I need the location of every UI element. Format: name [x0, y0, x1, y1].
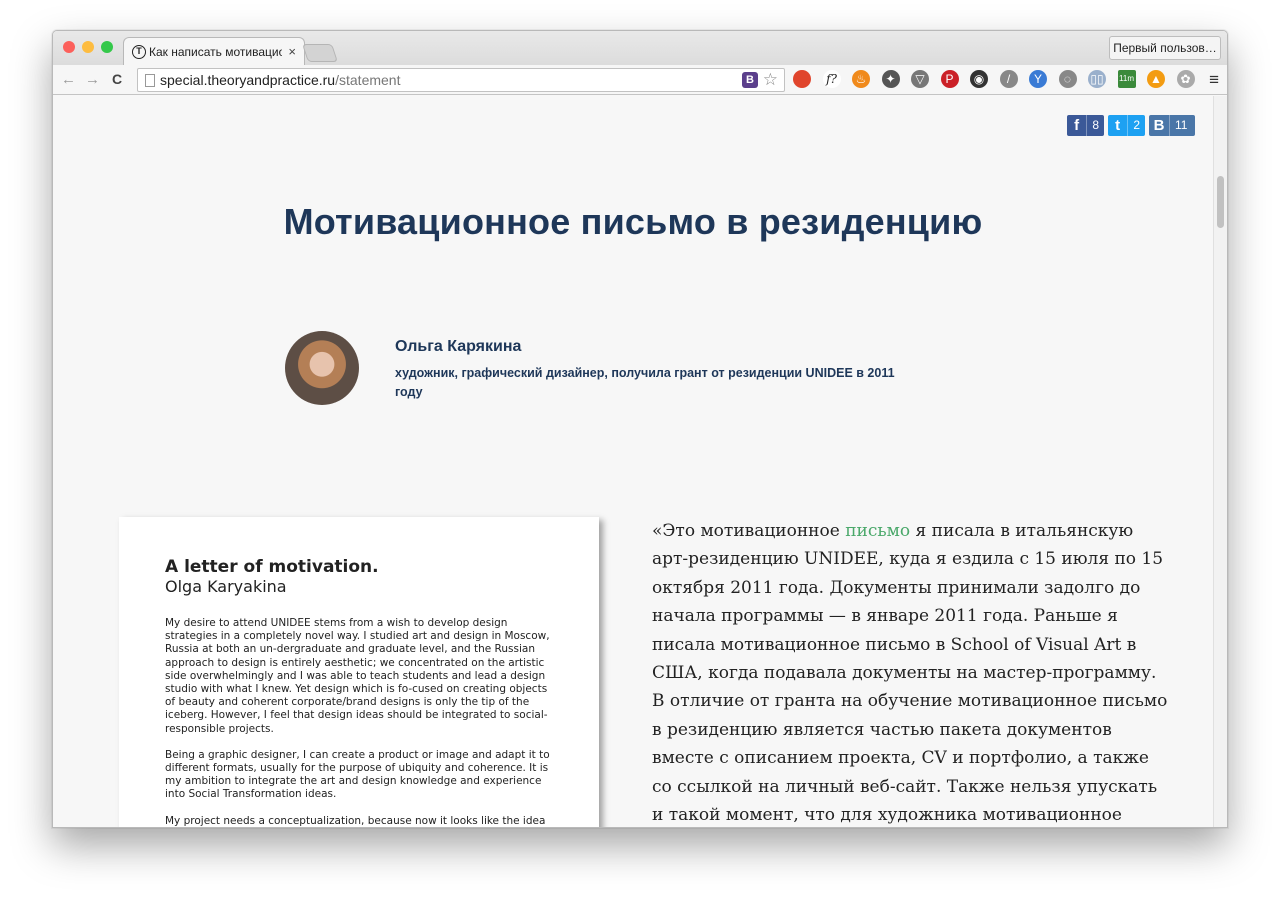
- profile-button[interactable]: Первый пользов…: [1109, 36, 1221, 60]
- facebook-share-count: 8: [1086, 115, 1104, 136]
- pinterest-icon[interactable]: P: [940, 70, 959, 88]
- article-text-start: «Это мотивационное: [652, 521, 846, 541]
- author-avatar: [285, 331, 359, 405]
- twitter-icon: t: [1115, 117, 1121, 134]
- tab-close-icon[interactable]: ×: [288, 44, 296, 59]
- close-window-button[interactable]: [63, 41, 75, 53]
- scrollbar-thumb[interactable]: [1217, 176, 1224, 228]
- pocket-icon[interactable]: ▽: [911, 70, 929, 88]
- paw-icon[interactable]: ✿: [1176, 70, 1195, 88]
- back-icon[interactable]: ←: [61, 71, 76, 88]
- article-text: «Это мотивационное письмо я писала в ита…: [652, 517, 1172, 827]
- article-link[interactable]: письмо: [845, 521, 910, 541]
- chart-icon[interactable]: ▲: [1147, 70, 1165, 88]
- timer-icon[interactable]: 11m: [1117, 70, 1136, 88]
- vk-share-count: 11: [1169, 115, 1192, 136]
- bookmark-star-icon[interactable]: ☆: [763, 69, 778, 91]
- adblock-icon[interactable]: [793, 70, 811, 88]
- site-favicon-icon: T: [132, 44, 146, 59]
- url-host: special.theoryandpractice.ru: [160, 72, 336, 88]
- author-name[interactable]: Ольга Карякина: [395, 338, 521, 356]
- eyedropper-icon[interactable]: /: [999, 70, 1018, 88]
- facebook-share-button[interactable]: f 8: [1067, 115, 1104, 136]
- facebook-icon: f: [1074, 117, 1080, 134]
- refresh-icon[interactable]: ◌: [1058, 70, 1077, 88]
- vk-icon: В: [1153, 117, 1165, 134]
- reader-icon[interactable]: ▯▯: [1088, 70, 1106, 88]
- new-tab-button[interactable]: [302, 44, 338, 62]
- fire-icon[interactable]: ♨: [852, 70, 870, 88]
- browser-window: T Как написать мотивацион × Первый польз…: [52, 30, 1228, 828]
- yandex-icon[interactable]: Y: [1029, 70, 1047, 88]
- article-text-rest: я писала в итальянскую арт-резиденцию UN…: [652, 521, 1168, 826]
- scrollbar[interactable]: [1213, 96, 1227, 827]
- twitter-share-count: 2: [1127, 115, 1145, 136]
- author-bio: художник, графический дизайнер, получила…: [395, 366, 895, 399]
- colorpicker-icon[interactable]: ◉: [970, 70, 988, 88]
- twitter-share-button[interactable]: t 2: [1108, 115, 1145, 136]
- page-icon: [145, 74, 155, 87]
- letter-paragraph: Being a graphic designer, I can create a…: [165, 748, 550, 801]
- tab-strip: T Как написать мотивацион × Первый польз…: [53, 31, 1227, 65]
- vk-extension-icon[interactable]: B: [742, 72, 758, 88]
- forward-icon[interactable]: →: [85, 71, 100, 88]
- letter-paragraph: My desire to attend UNIDEE stems from a …: [165, 617, 550, 735]
- evernote-icon[interactable]: ✦: [881, 70, 900, 88]
- letter-author: Olga Karyakina: [165, 577, 287, 596]
- page-title: Мотивационное письмо в резиденцию: [283, 201, 983, 242]
- url-path: /statement: [335, 72, 401, 88]
- letter-paragraph: My project needs a conceptualization, be…: [165, 814, 546, 827]
- letter-image: A letter of motivation. Olga Karyakina M…: [119, 517, 599, 827]
- tab-title: Как написать мотивацион: [149, 44, 283, 59]
- toolbar: ← → C special.theoryandpractice.ru/state…: [53, 65, 1227, 95]
- vk-share-button[interactable]: В 11: [1149, 115, 1195, 136]
- reload-icon[interactable]: C: [112, 71, 122, 87]
- chrome-menu-icon[interactable]: ≡: [1209, 70, 1219, 90]
- zoom-window-button[interactable]: [101, 41, 113, 53]
- address-bar[interactable]: special.theoryandpractice.ru/statement B…: [137, 68, 785, 92]
- letter-title: A letter of motivation.: [165, 557, 379, 577]
- page-viewport: f 8 t 2 В 11 Мотивационное письмо в рези…: [53, 96, 1213, 827]
- window-controls: [63, 41, 113, 53]
- function-icon[interactable]: f?: [822, 70, 841, 88]
- minimize-window-button[interactable]: [82, 41, 94, 53]
- tab-active[interactable]: T Как написать мотивацион ×: [123, 37, 305, 65]
